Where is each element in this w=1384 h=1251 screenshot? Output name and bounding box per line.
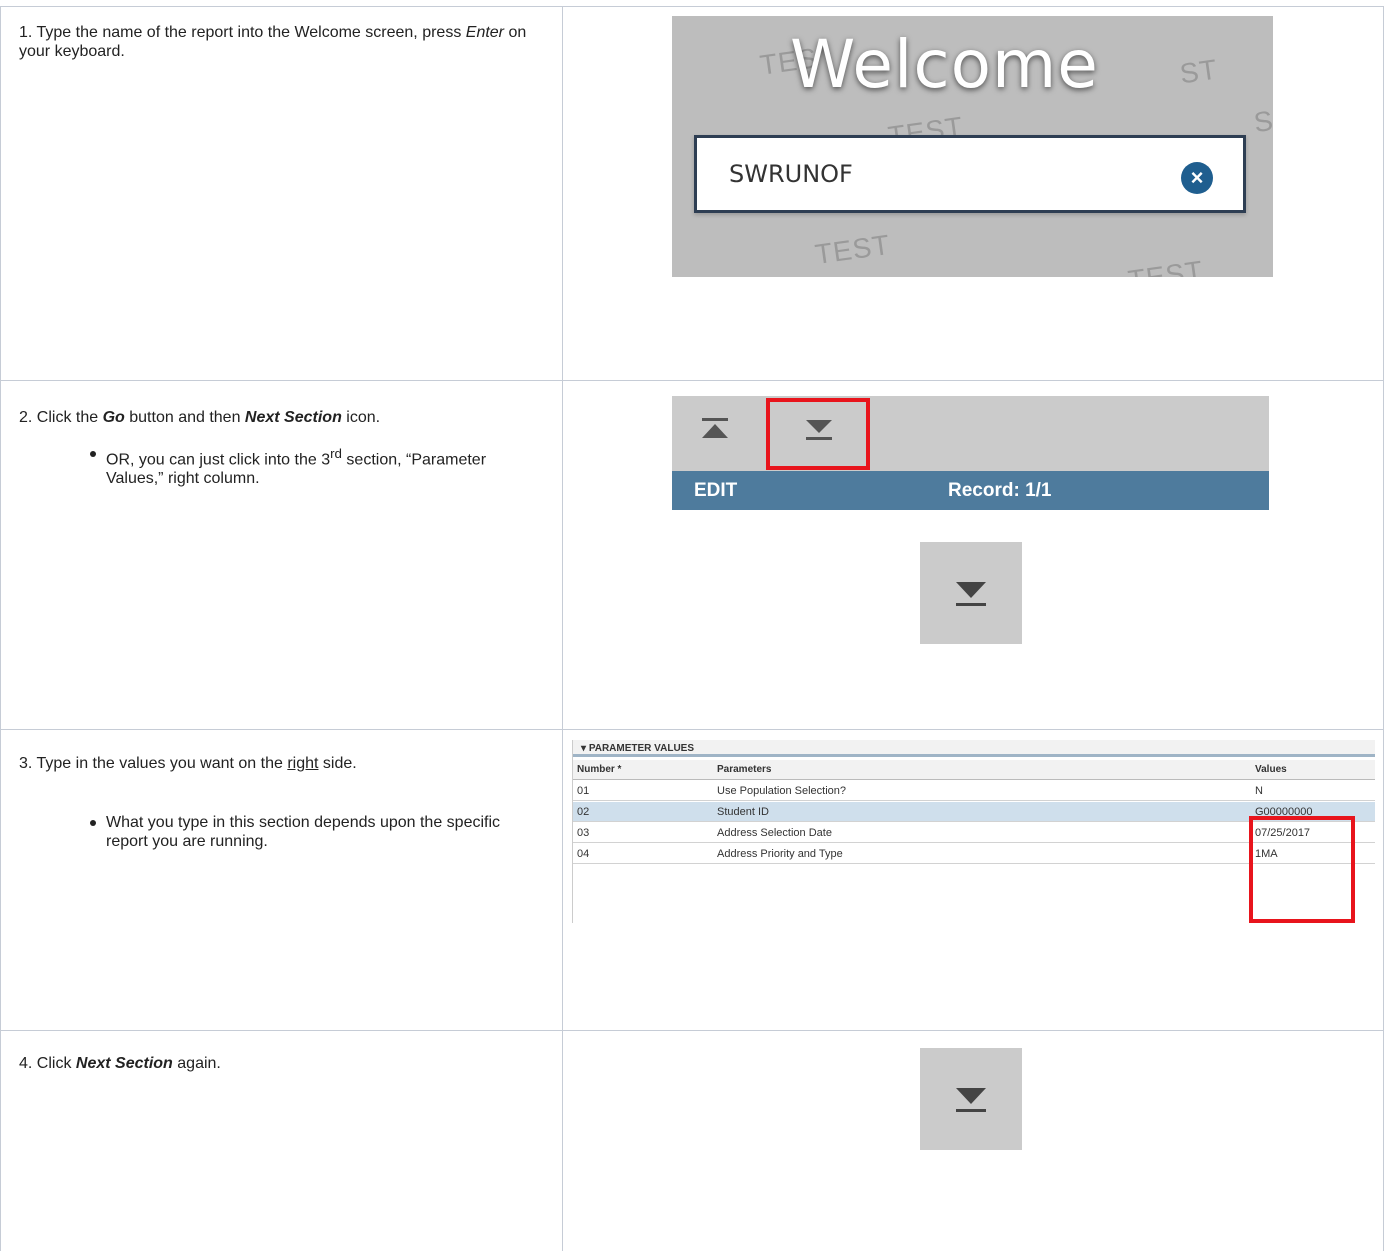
highlight-box — [766, 398, 870, 470]
row-divider — [0, 1030, 1384, 1031]
status-bar: EDIT Record: 1/1 — [672, 471, 1269, 510]
toolbar-top — [672, 396, 1269, 471]
search-input[interactable]: SWRUNOF × — [694, 135, 1246, 213]
welcome-screenshot: TES ST TEST S TEST TEST Welcome SWRUNOF … — [672, 16, 1273, 277]
parameter-values-screenshot: ▾ PARAMETER VALUES Number * Parameters V… — [572, 740, 1375, 923]
collapse-triangle-icon[interactable]: ▾ — [581, 743, 586, 754]
next-section-label: Next Section — [75, 1055, 173, 1072]
next-section-button[interactable] — [920, 1048, 1022, 1150]
mode-label: EDIT — [694, 480, 738, 501]
step-2-bullets: OR, you can just click into the 3rd sect… — [64, 444, 534, 488]
instruction-table: 1. Type the name of the report into the … — [0, 0, 1384, 1251]
step-3-text: 3. Type in the values you want on the ri… — [19, 755, 357, 772]
step-4-text: 4. Click Next Section again. — [19, 1055, 221, 1072]
next-section-icon — [956, 582, 986, 606]
section-header[interactable]: ▾ PARAMETER VALUES — [573, 740, 1375, 757]
search-input-value: SWRUNOF — [729, 160, 853, 188]
value-cell[interactable]: N — [1255, 785, 1263, 797]
list-item: OR, you can just click into the 3rd sect… — [90, 444, 534, 488]
enter-key-label: Enter — [465, 24, 505, 41]
watermark: ST — [1177, 53, 1220, 90]
step-3-bullets: What you type in this section depends up… — [64, 813, 534, 851]
table-border-top — [0, 6, 1384, 7]
column-header[interactable]: Values — [1255, 764, 1287, 775]
banner-toolbar-screenshot: EDIT Record: 1/1 — [672, 396, 1269, 514]
step-2-text: 2. Click the Go button and then Next Sec… — [19, 409, 381, 426]
column-header[interactable]: Number * — [577, 764, 621, 775]
watermark: TEST — [813, 228, 893, 271]
row-divider — [0, 729, 1384, 730]
next-section-icon — [956, 1088, 986, 1112]
welcome-title: Welcome — [790, 26, 1099, 103]
list-item: What you type in this section depends up… — [90, 813, 534, 851]
row-divider — [0, 380, 1384, 381]
right-side-label: right — [287, 755, 319, 772]
table-header: Number * Parameters Values — [573, 760, 1375, 780]
watermark: S — [1251, 104, 1273, 139]
go-button-label: Go — [102, 409, 125, 426]
next-section-button[interactable] — [920, 542, 1022, 644]
close-circle-icon[interactable]: × — [1181, 162, 1213, 194]
step-1-text: 1. Type the name of the report into the … — [19, 24, 527, 60]
watermark: TEST — [1126, 254, 1206, 277]
record-counter: Record: 1/1 — [948, 480, 1052, 501]
table-border-left — [0, 6, 1, 1251]
table-row[interactable]: 01 Use Population Selection? N — [573, 781, 1375, 801]
previous-section-icon[interactable] — [702, 418, 728, 440]
next-section-label: Next Section — [244, 409, 342, 426]
section-title: PARAMETER VALUES — [588, 743, 695, 754]
highlight-box — [1249, 816, 1355, 923]
table-column-divider — [562, 6, 563, 1251]
column-header[interactable]: Parameters — [717, 764, 771, 775]
